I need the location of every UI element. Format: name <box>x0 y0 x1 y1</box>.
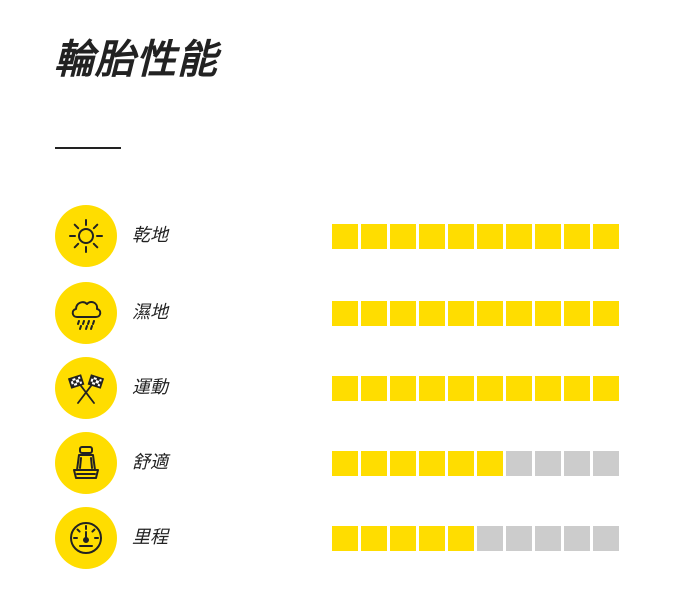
rating-bar-wet <box>332 301 619 326</box>
page-title: 輪胎性能 <box>54 37 218 83</box>
rating-segment <box>593 526 619 551</box>
rating-segment <box>564 376 590 401</box>
rating-segment <box>564 224 590 249</box>
rating-row-comfort: 舒適 <box>55 432 635 494</box>
rating-segment <box>390 301 416 326</box>
rating-segment <box>535 376 561 401</box>
rating-segment <box>361 301 387 326</box>
rating-segment <box>332 224 358 249</box>
rating-segment <box>390 526 416 551</box>
rating-label-comfort: 舒適 <box>132 452 168 473</box>
rating-segment <box>535 451 561 476</box>
rating-row-wet: 濕地 <box>55 282 635 344</box>
rating-label-sport: 運動 <box>132 377 168 398</box>
rating-segment <box>506 526 532 551</box>
rating-segment <box>419 224 445 249</box>
rating-segment <box>593 376 619 401</box>
rating-segment <box>564 301 590 326</box>
rating-segment <box>593 224 619 249</box>
rating-segment <box>361 224 387 249</box>
rating-segment <box>390 451 416 476</box>
rating-segment <box>419 301 445 326</box>
speedometer-icon <box>55 507 117 569</box>
rating-segment <box>506 376 532 401</box>
rating-segment <box>564 526 590 551</box>
sun-icon <box>55 205 117 267</box>
rating-segment <box>448 224 474 249</box>
rating-segment <box>448 451 474 476</box>
rating-segment <box>506 301 532 326</box>
rating-segment <box>477 301 503 326</box>
rating-bar-dry <box>332 224 619 249</box>
rating-segment <box>477 376 503 401</box>
rating-segment <box>419 451 445 476</box>
rating-segment <box>535 301 561 326</box>
rating-segment <box>564 451 590 476</box>
rating-row-dry: 乾地 <box>55 205 635 267</box>
rating-segment <box>332 451 358 476</box>
rating-segment <box>593 301 619 326</box>
rating-segment <box>448 526 474 551</box>
rating-segment <box>506 451 532 476</box>
rating-row-mileage: 里程 <box>55 507 635 569</box>
rating-bar-mileage <box>332 526 619 551</box>
rating-segment <box>477 224 503 249</box>
rating-segment <box>390 376 416 401</box>
rating-segment <box>448 301 474 326</box>
rating-segment <box>535 224 561 249</box>
rating-segment <box>332 526 358 551</box>
rating-segment <box>419 526 445 551</box>
rating-segment <box>448 376 474 401</box>
rating-bar-comfort <box>332 451 619 476</box>
rating-row-sport: 運動 <box>55 357 635 419</box>
rating-segment <box>361 451 387 476</box>
rating-segment <box>535 526 561 551</box>
rating-segment <box>419 376 445 401</box>
rating-segment <box>332 301 358 326</box>
title-divider <box>55 147 121 149</box>
rating-label-wet: 濕地 <box>132 302 168 323</box>
rating-segment <box>506 224 532 249</box>
rating-segment <box>477 451 503 476</box>
rating-label-mileage: 里程 <box>132 527 168 548</box>
rating-segment <box>477 526 503 551</box>
car-seat-icon <box>55 432 117 494</box>
rating-segment <box>593 451 619 476</box>
racing-flags-icon <box>55 357 117 419</box>
rating-segment <box>390 224 416 249</box>
rain-cloud-icon <box>55 282 117 344</box>
rating-bar-sport <box>332 376 619 401</box>
rating-segment <box>361 376 387 401</box>
rating-segment <box>332 376 358 401</box>
rating-segment <box>361 526 387 551</box>
rating-label-dry: 乾地 <box>132 225 168 246</box>
